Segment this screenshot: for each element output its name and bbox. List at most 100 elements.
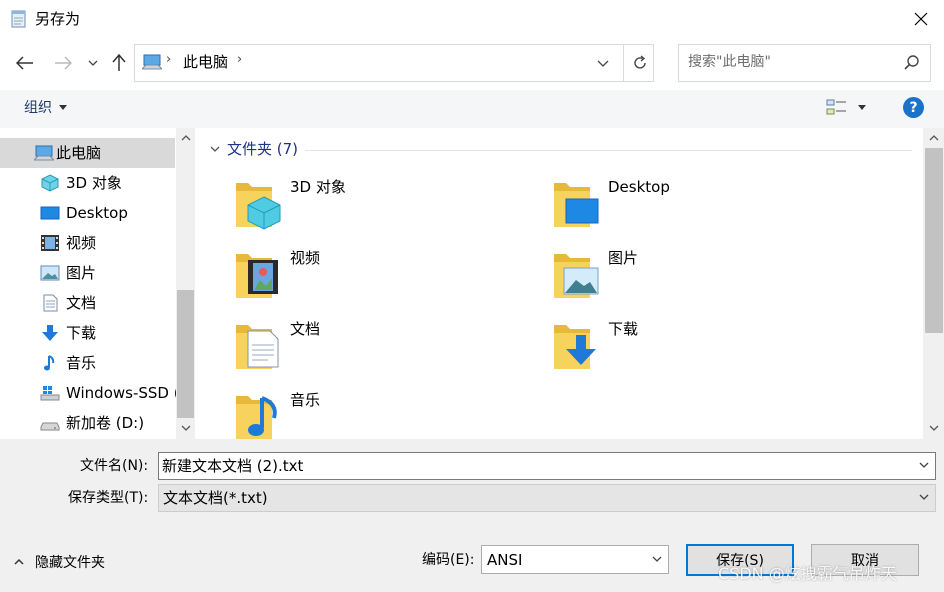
chevron-down-icon[interactable] — [210, 145, 220, 153]
toolbar — [0, 90, 944, 128]
folder-label: Desktop — [608, 178, 670, 196]
search-placeholder: 搜索"此电脑" — [688, 54, 771, 70]
sidebar-item-3d-objects[interactable]: 3D 对象 — [0, 168, 175, 198]
address-dropdown-button[interactable] — [590, 52, 616, 74]
encoding-select[interactable]: ANSI — [481, 545, 669, 574]
arrow-right-icon — [55, 56, 72, 70]
close-icon — [914, 12, 928, 26]
window-title: 另存为 — [35, 10, 81, 28]
scroll-down-button[interactable] — [176, 420, 195, 436]
scroll-up-button[interactable] — [923, 130, 944, 146]
chevron-down-icon — [88, 60, 98, 66]
sidebar-item-desktop[interactable]: Desktop — [0, 198, 175, 228]
chevron-down-icon[interactable] — [651, 553, 663, 565]
refresh-icon — [633, 55, 646, 69]
folder-3d-objects-icon — [236, 183, 281, 230]
breadcrumb-this-pc[interactable]: 此电脑 — [183, 52, 228, 72]
help-button[interactable]: ? — [903, 97, 924, 118]
triangle-down-icon[interactable] — [858, 105, 866, 110]
folder-desktop[interactable]: Desktop — [552, 177, 752, 235]
folder-3d-objects[interactable]: 3D 对象 — [234, 177, 434, 235]
sidebar-item-label: 文档 — [66, 294, 97, 312]
sidebar-item-documents[interactable]: 文档 — [0, 288, 175, 318]
folder-documents[interactable]: 文档 — [234, 319, 434, 377]
folder-pictures-icon — [554, 254, 599, 298]
close-button[interactable] — [898, 0, 944, 38]
cube-3d-icon — [41, 174, 59, 192]
folder-label: 图片 — [608, 249, 639, 267]
folder-pictures[interactable]: 图片 — [552, 248, 752, 306]
scrollbar-thumb[interactable] — [925, 148, 943, 333]
search-icon[interactable] — [903, 54, 921, 72]
computer-icon — [34, 145, 54, 161]
navigation-pane: 此电脑 3D 对象 Desktop 视频 图片 文档 下载 音乐 Windows… — [0, 128, 195, 439]
picture-icon — [40, 265, 60, 281]
chevron-down-icon[interactable] — [918, 459, 930, 471]
music-icon — [44, 355, 55, 371]
sidebar-item-downloads[interactable]: 下载 — [0, 318, 175, 348]
chevron-up-icon[interactable] — [14, 558, 24, 566]
breadcrumb-chevron-icon[interactable]: › — [166, 52, 171, 67]
title-bar — [0, 0, 944, 38]
desktop-icon — [40, 206, 60, 220]
folder-label: 文档 — [290, 320, 321, 338]
sidebar-item-label: 图片 — [66, 264, 97, 282]
triangle-down-icon[interactable] — [59, 105, 67, 110]
recent-locations-button[interactable] — [84, 48, 102, 78]
filename-label: 文件名(N): — [80, 458, 149, 474]
group-header[interactable]: 文件夹 (7) — [227, 139, 298, 159]
sidebar-item-pictures[interactable]: 图片 — [0, 258, 175, 288]
sidebar-item-label: 新加卷 (D:) — [66, 414, 145, 432]
hide-folders-toggle[interactable]: 隐藏文件夹 — [35, 553, 105, 573]
download-icon — [42, 325, 58, 341]
filetype-label: 保存类型(T): — [68, 490, 149, 506]
forward-button[interactable] — [48, 48, 78, 78]
refresh-button[interactable] — [626, 45, 653, 81]
chevron-up-icon — [181, 135, 190, 141]
drive-windows-icon — [40, 386, 60, 401]
chevron-down-icon — [181, 425, 190, 431]
scroll-up-button[interactable] — [176, 130, 195, 146]
sidebar-item-this-pc[interactable]: 此电脑 — [0, 138, 175, 168]
encoding-label: 编码(E): — [422, 552, 475, 568]
divider — [623, 45, 624, 81]
folder-videos-icon — [236, 254, 278, 298]
breadcrumb-chevron-icon[interactable]: › — [237, 52, 242, 67]
divider — [305, 150, 912, 151]
up-button[interactable] — [106, 48, 132, 78]
back-button[interactable] — [10, 48, 40, 78]
folder-downloads[interactable]: 下载 — [552, 319, 752, 377]
organize-button[interactable]: 组织 — [24, 98, 52, 118]
folder-downloads-icon — [554, 325, 596, 369]
scrollbar-thumb[interactable] — [177, 290, 194, 418]
chevron-down-icon — [597, 60, 609, 67]
sidebar-item-windows-ssd[interactable]: Windows-SSD ( — [0, 378, 180, 408]
video-icon — [41, 235, 59, 251]
folder-desktop-icon — [554, 183, 599, 227]
folder-label: 音乐 — [290, 391, 321, 409]
sidebar-item-new-volume-d[interactable]: 新加卷 (D:) — [0, 408, 175, 438]
view-options-icon[interactable] — [826, 98, 848, 118]
chevron-down-icon — [929, 425, 938, 431]
chevron-up-icon — [929, 135, 938, 141]
scroll-down-button[interactable] — [923, 420, 944, 436]
folder-videos[interactable]: 视频 — [234, 248, 434, 306]
folder-label: 视频 — [290, 249, 321, 267]
sidebar-item-label: 视频 — [66, 234, 97, 252]
drive-icon — [40, 422, 60, 431]
folder-music-icon — [236, 396, 277, 440]
filename-input[interactable]: 新建文本文档 (2).txt — [158, 452, 936, 480]
sidebar-item-videos[interactable]: 视频 — [0, 228, 175, 258]
computer-icon — [142, 54, 162, 70]
notepad-icon — [11, 10, 26, 28]
filetype-select[interactable]: 文本文档(*.txt) — [158, 484, 936, 512]
watermark-text: CSDN @炫拽霸气吊炸天 — [718, 564, 897, 583]
sidebar-item-label: Windows-SSD ( — [66, 384, 180, 402]
folder-label: 3D 对象 — [290, 178, 346, 196]
sidebar-item-label: 3D 对象 — [66, 174, 122, 192]
sidebar-item-label: 下载 — [66, 324, 97, 342]
chevron-down-icon[interactable] — [918, 491, 930, 503]
document-icon — [43, 294, 58, 312]
sidebar-item-music[interactable]: 音乐 — [0, 348, 175, 378]
sidebar-item-label: Desktop — [66, 204, 128, 222]
